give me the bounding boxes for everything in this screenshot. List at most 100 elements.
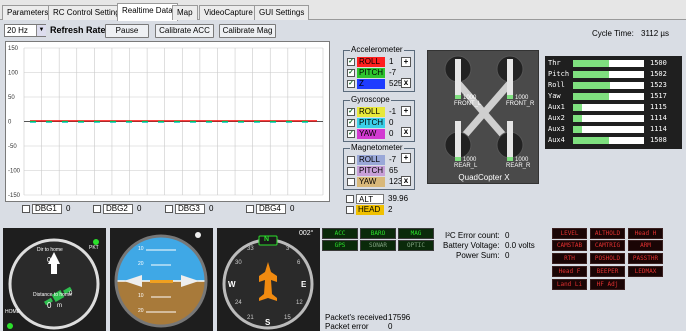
tab-strip: Parameters RC Control Settings Realtime … bbox=[0, 0, 686, 21]
mag-x-button[interactable]: x bbox=[401, 176, 411, 186]
mode-beeper: BEEPER bbox=[590, 266, 625, 277]
head-value: 2 bbox=[388, 205, 393, 214]
rc-bar bbox=[573, 60, 644, 67]
magnetometer-title: Magnetometer bbox=[350, 143, 404, 152]
acc-roll-chip: ROLL bbox=[357, 57, 385, 67]
head-row: HEAD 2 bbox=[346, 205, 428, 215]
dbg3-checkbox[interactable] bbox=[165, 205, 173, 213]
chart-y-tick-label: 50 bbox=[8, 95, 15, 101]
acc-plus-button[interactable]: + bbox=[401, 57, 411, 67]
alt-checkbox[interactable] bbox=[346, 195, 354, 203]
acc-pitch-chip: PITCH bbox=[357, 68, 385, 78]
chart-y-tick-label: -100 bbox=[8, 169, 21, 175]
power-sum-label: Power Sum: bbox=[456, 251, 500, 260]
mag-pitch-row: PITCH 65 bbox=[347, 166, 429, 176]
rc-row-aux2: Aux2 1114 bbox=[545, 114, 682, 123]
compass-num: 3 bbox=[286, 246, 290, 252]
rc-value: 1508 bbox=[650, 136, 667, 144]
acc-x-button[interactable]: x bbox=[401, 78, 411, 88]
realtime-chart: 150 100 50 0 -50 -100 -150 bbox=[5, 41, 330, 202]
accelerometer-title: Accelerometer bbox=[350, 45, 404, 54]
tab-gui-settings[interactable]: GUI Settings bbox=[254, 5, 310, 20]
mode-passthr: PASSTHR bbox=[628, 253, 663, 264]
gyro-roll-checkbox[interactable]: ✓ bbox=[347, 108, 355, 116]
mode-arm: ARM bbox=[628, 240, 663, 251]
sensor-baro: BARO bbox=[360, 228, 396, 239]
gyro-x-button[interactable]: x bbox=[401, 127, 411, 137]
compass-num: 21 bbox=[247, 315, 254, 321]
acc-roll-checkbox[interactable]: ✓ bbox=[347, 58, 355, 66]
mag-roll-value: -7 bbox=[389, 155, 397, 164]
tab-videocapture[interactable]: VideoCapture bbox=[199, 5, 258, 20]
gyro-plus-button[interactable]: + bbox=[401, 106, 411, 116]
dbg1-checkbox[interactable] bbox=[22, 205, 30, 213]
mode-camstab: CAMSTAB bbox=[552, 240, 587, 251]
mode-hf-adj: HF Adj bbox=[590, 279, 625, 290]
mode-rth: RTH bbox=[552, 253, 587, 264]
rc-row-aux3: Aux3 1114 bbox=[545, 125, 682, 134]
dir-to-home-label: Dir to home bbox=[37, 247, 63, 253]
rc-name: Aux3 bbox=[548, 125, 565, 133]
rc-bar bbox=[573, 93, 644, 100]
chart-y-tick-label: -50 bbox=[8, 144, 17, 150]
dbg2-checkbox[interactable] bbox=[93, 205, 101, 213]
gyro-yaw-row: ✓ YAW 0 bbox=[347, 129, 429, 139]
rc-row-aux4: Aux4 1508 bbox=[545, 136, 682, 145]
battery-voltage-value: 0.0 volts bbox=[505, 241, 535, 250]
gyroscope-title: Gyroscope bbox=[350, 95, 391, 104]
horizon-face bbox=[114, 232, 208, 328]
gyro-roll-row: ✓ ROLL -1 bbox=[347, 107, 429, 117]
compass-gauge: N E S W 3 6 12 15 21 24 30 33 002° bbox=[217, 228, 320, 331]
packet-error-label: Packet error bbox=[325, 322, 369, 331]
acc-z-row: ✓ Z 525 bbox=[347, 79, 429, 89]
rc-bar bbox=[573, 71, 644, 78]
refresh-rate-select[interactable]: 20 Hz ▼ bbox=[4, 24, 46, 37]
pause-button[interactable]: Pause bbox=[105, 24, 149, 38]
artificial-horizon-gauge: 10 20 10 20 bbox=[110, 228, 213, 331]
sensor-mag: MAG bbox=[398, 228, 434, 239]
mag-roll-chip: ROLL bbox=[357, 155, 385, 165]
pitch-tick: 10 bbox=[138, 246, 144, 252]
motor-rear-r-name: REAR_R bbox=[506, 163, 531, 169]
quadcopter-label: QuadCopter X bbox=[458, 173, 510, 182]
rc-name: Pitch bbox=[548, 70, 570, 78]
head-checkbox[interactable] bbox=[346, 206, 354, 214]
rc-fill bbox=[573, 126, 582, 133]
chart-y-tick-label: 150 bbox=[8, 46, 19, 52]
rc-fill bbox=[573, 82, 610, 89]
mag-yaw-checkbox[interactable] bbox=[347, 178, 355, 186]
calibrate-acc-button[interactable]: Calibrate ACC bbox=[155, 24, 214, 38]
gyro-pitch-row: ✓ PITCH 0 bbox=[347, 118, 429, 128]
sensor-sonar: SONAR bbox=[360, 240, 396, 251]
rc-value: 1523 bbox=[650, 81, 667, 89]
rc-fill bbox=[573, 71, 609, 78]
compass-w: W bbox=[228, 280, 236, 289]
compass-num: 24 bbox=[235, 300, 242, 306]
gyro-yaw-chip: YAW bbox=[357, 129, 385, 139]
packet-error-value: 0 bbox=[388, 322, 393, 331]
gyro-pitch-checkbox[interactable]: ✓ bbox=[347, 119, 355, 127]
mag-roll-checkbox[interactable] bbox=[347, 156, 355, 164]
acc-z-checkbox[interactable]: ✓ bbox=[347, 80, 355, 88]
gyro-pitch-chip: PITCH bbox=[357, 118, 385, 128]
tab-parameters[interactable]: Parameters bbox=[2, 5, 54, 20]
power-sum-value: 0 bbox=[505, 251, 510, 260]
tab-realtime-data[interactable]: Realtime Data bbox=[117, 3, 178, 21]
calibrate-mag-button[interactable]: Calibrate Mag bbox=[219, 24, 276, 38]
rc-fill bbox=[573, 104, 582, 111]
dbg4-value: 0 bbox=[290, 204, 295, 213]
motor-front-l-name: FRONT_L bbox=[454, 101, 482, 107]
rc-bar bbox=[573, 137, 644, 144]
rc-name: Aux4 bbox=[548, 136, 565, 144]
mag-plus-button[interactable]: + bbox=[401, 153, 411, 163]
tab-map[interactable]: Map bbox=[172, 5, 198, 20]
compass-s: S bbox=[265, 318, 271, 327]
gyro-yaw-checkbox[interactable]: ✓ bbox=[347, 130, 355, 138]
dbg3-label: DBG3 bbox=[175, 204, 205, 214]
mag-pitch-checkbox[interactable] bbox=[347, 167, 355, 175]
chevron-down-icon: ▼ bbox=[36, 25, 46, 36]
sensor-acc: ACC bbox=[322, 228, 358, 239]
acc-pitch-checkbox[interactable]: ✓ bbox=[347, 69, 355, 77]
sensor-optic: OPTIC bbox=[398, 240, 434, 251]
dbg4-checkbox[interactable] bbox=[246, 205, 254, 213]
